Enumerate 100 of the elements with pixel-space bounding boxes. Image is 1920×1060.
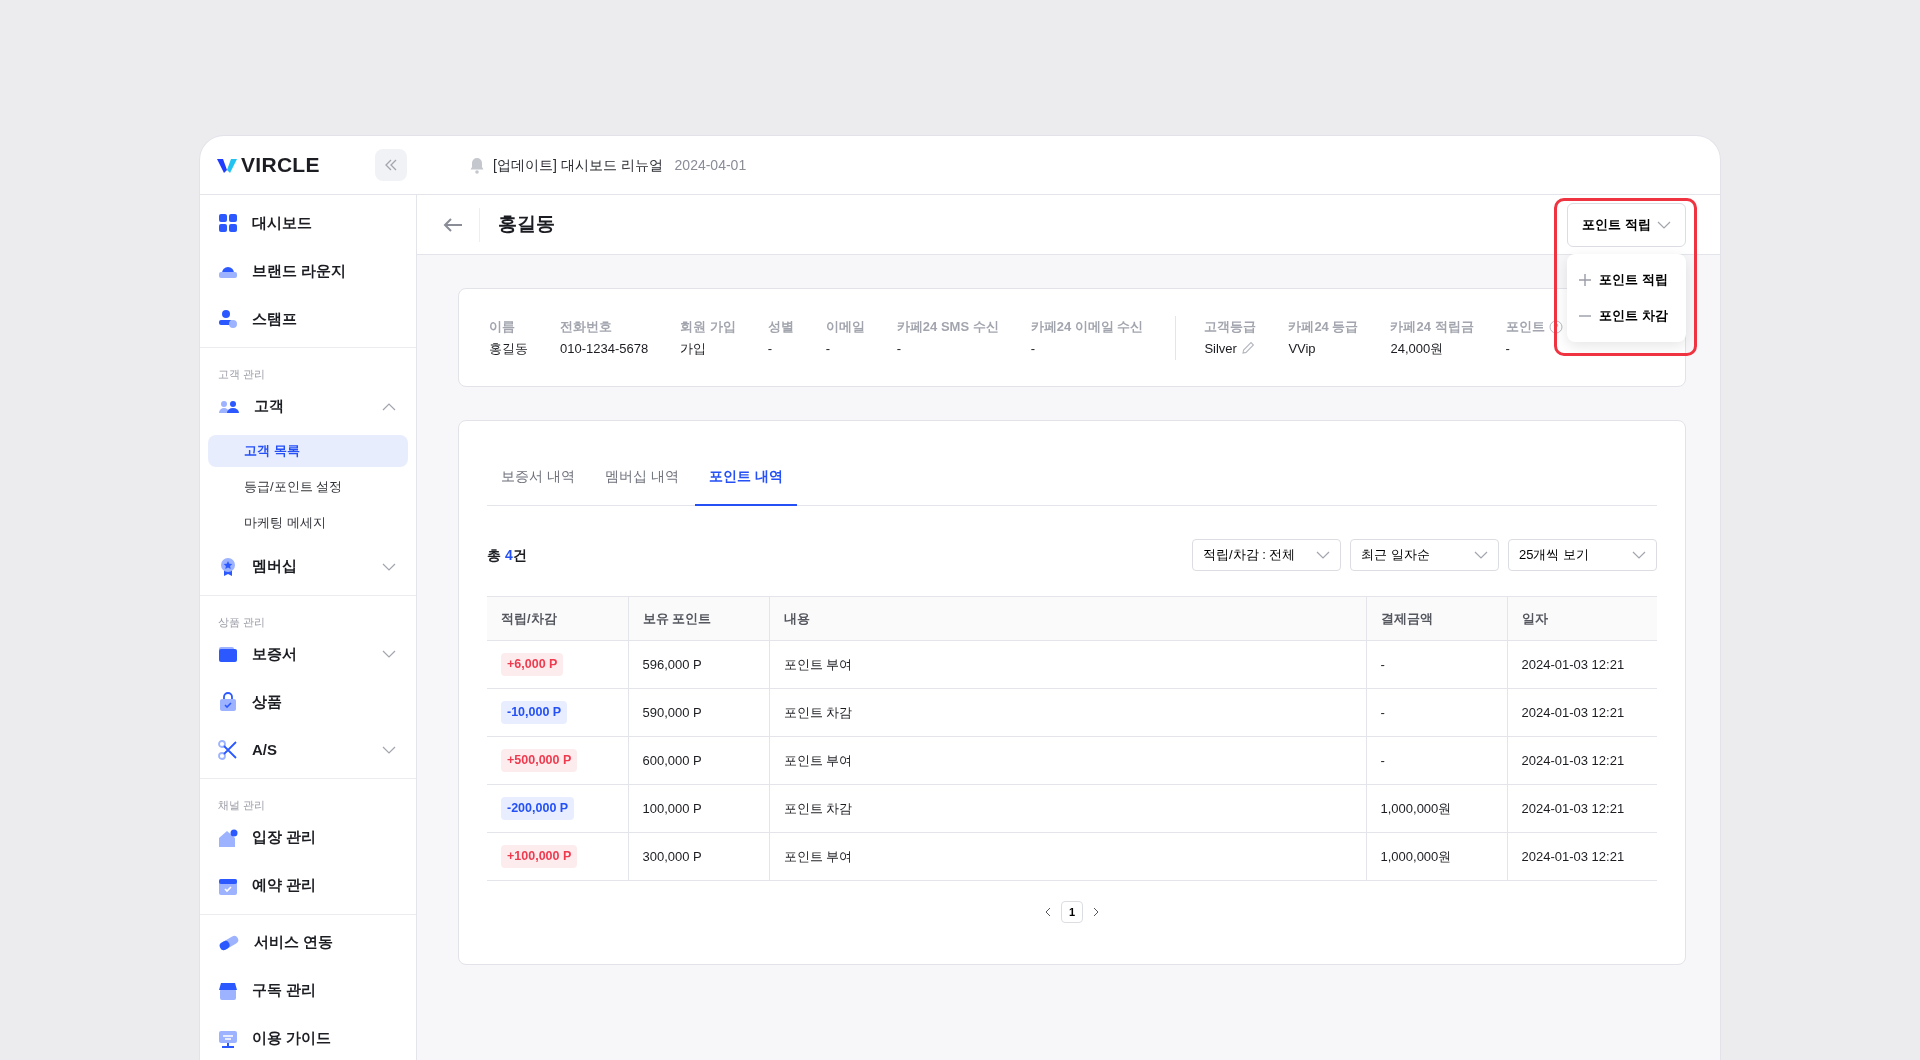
sidebar-item[interactable]: 이용 가이드 [200, 1014, 416, 1060]
sidebar-item[interactable]: 멤버십 [200, 542, 416, 591]
info-value: Silver [1204, 339, 1237, 358]
info-label: 전화번호 [560, 317, 613, 336]
page-number[interactable]: 1 [1061, 901, 1083, 923]
chevron-down-icon [1474, 551, 1488, 559]
column-header: 내용 [769, 596, 1366, 641]
info-value: VVip [1288, 339, 1316, 358]
info-label: 포인트 [1505, 317, 1545, 336]
info-value: 가입 [680, 339, 707, 358]
logo-mark-icon [217, 157, 237, 174]
tab[interactable]: 멤버십 내역 [590, 449, 693, 506]
info-label: 이름 [489, 317, 516, 336]
table-cell: 1,000,000원 [1366, 832, 1507, 881]
dropdown-item[interactable]: 포인트 적립 [1567, 261, 1686, 298]
filter-select[interactable]: 최근 일자순 [1350, 539, 1499, 571]
sidebar-item[interactable]: 입장 관리 [200, 813, 416, 862]
double-chevron-left-icon [384, 158, 398, 172]
sidebar-item[interactable]: A/S [200, 726, 416, 774]
total-count: 총 4건 [487, 545, 527, 565]
table-cell: 100,000 P [628, 784, 769, 833]
section-label: 상품 관리 [217, 614, 267, 630]
table-cell: - [1366, 736, 1507, 785]
pencil-icon[interactable] [1240, 340, 1255, 355]
column-header: 결제금액 [1366, 596, 1507, 641]
info-label: 카페24 SMS 수신 [896, 317, 999, 336]
table-cell: 포인트 부여 [769, 832, 1366, 881]
point-change-tag: +500,000 P [501, 749, 578, 772]
table-cell: 300,000 P [628, 832, 769, 881]
sidebar-item[interactable]: 상품 [200, 678, 416, 726]
sidebar-subitem[interactable]: 등급/포인트 설정 [208, 470, 408, 503]
house-icon [218, 827, 238, 848]
dropdown-item[interactable]: 포인트 차감 [1567, 297, 1686, 334]
chevron-right-icon [1093, 907, 1100, 917]
stamp-icon [218, 309, 238, 329]
previous-page-button[interactable] [1044, 907, 1051, 917]
info-value: 010-1234-5678 [560, 339, 649, 358]
bell-icon [469, 156, 485, 174]
point-action-dropdown[interactable]: 포인트 적립 [1567, 202, 1686, 247]
grid-icon [218, 213, 238, 233]
table-cell: 포인트 차감 [769, 688, 1366, 737]
table-cell: 포인트 차감 [769, 784, 1366, 833]
sidebar-item[interactable]: 구독 관리 [200, 966, 416, 1015]
table-cell: - [1366, 640, 1507, 689]
chevron-left-icon [1044, 907, 1051, 917]
table-cell: 포인트 부여 [769, 736, 1366, 785]
info-label: 성별 [767, 317, 794, 336]
info-value: - [767, 339, 773, 358]
section-label: 고객 관리 [217, 367, 267, 382]
filter-select[interactable]: 적립/차감 : 전체 [1192, 539, 1341, 571]
table-cell: 600,000 P [628, 736, 769, 785]
sidebar-item[interactable]: 대시보드 [200, 199, 416, 247]
wallet-icon [218, 644, 238, 664]
info-value: - [1030, 339, 1036, 358]
sidebar-item[interactable]: 서비스 연동 [200, 918, 416, 967]
scissors-icon [218, 740, 238, 760]
tab[interactable]: 보증서 내역 [487, 449, 589, 506]
notice-date: 2024-04-01 [674, 155, 747, 175]
point-change-tag: +6,000 P [501, 653, 564, 676]
back-button[interactable] [443, 207, 480, 242]
info-label: 회원 가입 [680, 317, 736, 336]
next-page-button[interactable] [1093, 907, 1100, 917]
filter-select[interactable]: 25개씩 보기 [1508, 539, 1657, 571]
table-cell: - [1366, 688, 1507, 737]
sidebar-subitem[interactable]: 마케팅 메세지 [208, 506, 408, 539]
brand-logo: VIRCLE [241, 152, 320, 179]
point-change-tag: -10,000 P [501, 701, 568, 724]
sidebar-item[interactable]: 고객 [200, 382, 416, 431]
sidebar-item[interactable]: 브랜드 라운지 [200, 247, 416, 295]
tab[interactable]: 포인트 내역 [694, 449, 797, 506]
page-title: 홍길동 [498, 212, 555, 237]
monitor-icon [218, 1028, 238, 1049]
column-header: 적립/차감 [487, 596, 628, 641]
plus-icon [1579, 273, 1592, 286]
sidebar-item[interactable]: 스탬프 [200, 295, 416, 343]
shopping-bag-icon [218, 692, 238, 712]
point-change-tag: +100,000 P [501, 845, 578, 868]
table-cell: 포인트 부여 [769, 640, 1366, 689]
info-label: 카페24 적립금 [1390, 317, 1474, 336]
column-header: 보유 포인트 [628, 596, 769, 641]
medal-icon [218, 556, 238, 577]
info-label: 카페24 등급 [1288, 317, 1359, 336]
chevron-down-icon [1632, 551, 1646, 559]
column-header: 일자 [1507, 596, 1657, 641]
info-value: - [896, 339, 902, 358]
sidebar-subitem[interactable]: 고객 목록 [208, 434, 408, 467]
chevron-down-icon [1316, 551, 1330, 559]
sidebar-item[interactable]: 보증서 [200, 630, 416, 678]
store-icon [218, 980, 238, 1001]
info-value: - [1505, 339, 1510, 358]
table-cell: 590,000 P [628, 688, 769, 737]
info-value: 24,000원 [1390, 339, 1444, 358]
info-label: 이메일 [825, 317, 865, 336]
info-value: 홍길동 [489, 339, 528, 358]
info-value: - [825, 339, 831, 358]
info-label: 고객등급 [1204, 317, 1257, 336]
sidebar-item[interactable]: 예약 관리 [200, 861, 416, 910]
point-change-tag: -200,000 P [501, 797, 575, 820]
info-label: 카페24 이메일 수신 [1030, 317, 1144, 336]
notice-text[interactable]: [업데이트] 대시보드 리뉴얼 [493, 154, 663, 176]
